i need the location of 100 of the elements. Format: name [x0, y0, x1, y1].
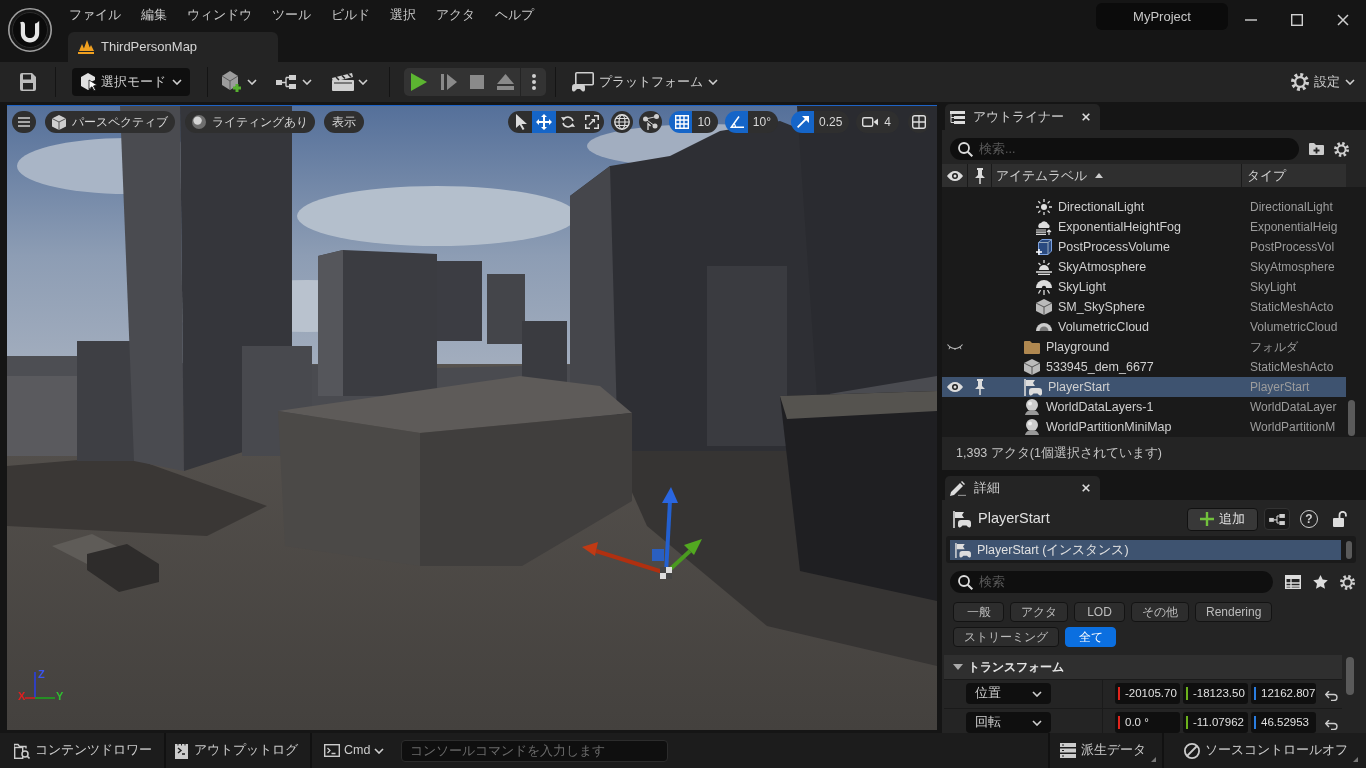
actor-label: SkyLight	[1058, 279, 1106, 295]
number-field[interactable]: 0.0 °	[1115, 712, 1180, 733]
settings-icon[interactable]	[1340, 574, 1355, 590]
sort-ascending-icon	[1095, 173, 1103, 178]
outliner-row[interactable]: PlayerStart PlayerStart	[942, 377, 1346, 397]
scrollbar-thumb[interactable]	[1346, 541, 1352, 559]
outliner-row[interactable]: SkyLight SkyLight	[942, 277, 1346, 297]
filter-chip[interactable]: ストリーミング	[953, 627, 1059, 647]
output-log-button[interactable]: アウトプットログ	[166, 733, 310, 768]
play-button[interactable]	[404, 68, 434, 96]
section-header[interactable]: トランスフォーム	[944, 655, 1342, 679]
grid-snap-value[interactable]: 10	[692, 111, 718, 133]
menu-item[interactable]: ファイル	[69, 7, 121, 23]
platforms-dropdown[interactable]: プラットフォーム	[572, 68, 718, 96]
star-icon[interactable]	[1313, 575, 1328, 589]
source-control-button[interactable]: ソースコントロールオフ	[1164, 733, 1366, 768]
number-field[interactable]: 46.52953	[1251, 712, 1316, 733]
eject-button[interactable]	[490, 68, 520, 96]
outliner-row[interactable]: WorldPartitionMiniMap WorldPartitionM	[942, 417, 1346, 437]
outliner-row[interactable]: ExponentialHeightFog ExponentialHeig	[942, 217, 1346, 237]
settings-dropdown[interactable]: 設定	[1291, 68, 1355, 96]
property-dropdown[interactable]: 回転	[966, 712, 1051, 733]
scale-snap-value[interactable]: 0.25	[813, 111, 850, 133]
menu-item[interactable]: ヘルプ	[495, 7, 534, 23]
close-icon	[1337, 14, 1349, 26]
save-icon[interactable]	[20, 73, 36, 91]
menu-item[interactable]: アクタ	[436, 7, 475, 23]
filter-chip[interactable]: Rendering	[1195, 602, 1273, 622]
rotate-tool-button[interactable]	[556, 111, 581, 133]
filter-chip[interactable]: アクタ	[1010, 602, 1068, 622]
step-icon	[441, 73, 457, 91]
derived-data-button[interactable]: 派生データ	[1050, 733, 1162, 768]
globe-icon	[614, 114, 631, 130]
document-tab[interactable]: ThirdPersonMap	[68, 32, 278, 62]
cmd-dropdown[interactable]: Cmd	[312, 733, 389, 768]
terminal-icon	[324, 744, 340, 757]
caret-icon	[1032, 690, 1042, 697]
mode-dropdown[interactable]: 選択モード	[72, 68, 190, 96]
component-row[interactable]: PlayerStart (インスタンス)	[950, 540, 1341, 560]
grid-snap-toggle[interactable]	[669, 111, 693, 133]
blueprint-button[interactable]	[1264, 508, 1290, 530]
table-icon[interactable]	[1285, 575, 1301, 589]
logo-icon[interactable]	[8, 8, 52, 52]
lighting-mode-button[interactable]: ライティングあり	[185, 111, 315, 133]
reset-arrow-icon[interactable]	[1325, 691, 1338, 701]
scale-tool-button[interactable]	[580, 111, 605, 133]
filter-chip[interactable]: LOD	[1074, 602, 1125, 622]
outliner-row[interactable]: SM_SkySphere StaticMeshActo	[942, 297, 1346, 317]
scrollbar-thumb[interactable]	[1348, 400, 1355, 436]
number-field[interactable]: 12162.807	[1251, 683, 1316, 704]
search-field[interactable]: 検索...	[950, 138, 1299, 160]
column-header[interactable]: タイプ	[1242, 164, 1346, 187]
axis-lines-icon	[25, 672, 55, 699]
select-tool-button[interactable]	[508, 111, 533, 133]
move-tool-button[interactable]	[532, 111, 557, 133]
property-dropdown[interactable]: 位置	[966, 683, 1051, 704]
outliner-row[interactable]: 533945_dem_6677 StaticMeshActo	[942, 357, 1346, 377]
angle-snap-value[interactable]: 10°	[747, 111, 778, 133]
search-field[interactable]: 検索	[950, 571, 1273, 593]
cloud-dome-icon	[1036, 323, 1052, 331]
close-icon[interactable]	[1082, 113, 1090, 121]
number-field[interactable]: -18123.50	[1183, 683, 1248, 704]
unlock-icon[interactable]	[1333, 511, 1347, 527]
filter-chip[interactable]: 一般	[953, 602, 1004, 622]
filter-chip[interactable]: その他	[1131, 602, 1189, 622]
outliner-row[interactable]: WorldDataLayers-1 WorldDataLayer	[942, 397, 1346, 417]
content-drawer-button[interactable]: コンテンツドロワー	[0, 733, 164, 768]
reset-arrow-icon[interactable]	[1325, 720, 1338, 730]
number-field[interactable]: -20105.70	[1115, 683, 1180, 704]
outliner-tab[interactable]: アウトライナー	[945, 104, 1100, 130]
add-folder-icon[interactable]	[1309, 143, 1324, 155]
outliner-row[interactable]: Playground フォルダ	[942, 337, 1346, 357]
number-field[interactable]: -11.07962	[1183, 712, 1248, 733]
minimize-icon	[1245, 19, 1257, 21]
menu-item[interactable]: 編集	[141, 7, 167, 23]
outliner-row[interactable]: SkyAtmosphere SkyAtmosphere	[942, 257, 1346, 277]
scrollbar-thumb[interactable]	[1346, 657, 1354, 695]
camera-speed-button[interactable]: 4	[856, 111, 899, 133]
actor-label: PostProcessVolume	[1058, 239, 1170, 255]
details-tab[interactable]: 詳細	[945, 476, 1100, 500]
view-mode-button[interactable]: パースペクティブ	[45, 111, 175, 133]
menu-item[interactable]: ビルド	[331, 7, 370, 23]
play-options-button[interactable]	[521, 68, 546, 96]
outliner-row[interactable]: VolumetricCloud VolumetricCloud	[942, 317, 1346, 337]
settings-icon[interactable]	[1334, 141, 1349, 157]
pencil-icon	[950, 480, 966, 496]
filter-chip[interactable]: 全て	[1065, 627, 1116, 647]
outliner-row[interactable]: DirectionalLight DirectionalLight	[942, 197, 1346, 217]
close-icon[interactable]	[1082, 484, 1090, 492]
pin-icon[interactable]	[975, 379, 985, 395]
console-input[interactable]: コンソールコマンドを入力します	[401, 739, 669, 762]
show-button[interactable]: 表示	[324, 111, 364, 133]
menu-item[interactable]: ツール	[272, 7, 311, 23]
menu-item[interactable]: ウィンドウ	[187, 7, 252, 23]
plus-icon	[1200, 512, 1214, 526]
add-button[interactable]: 追加	[1187, 507, 1258, 531]
closed-eye-icon[interactable]	[947, 344, 963, 350]
outliner-row[interactable]: PostProcessVolume PostProcessVol	[942, 237, 1346, 257]
eye-icon[interactable]	[947, 382, 963, 392]
menu-item[interactable]: 選択	[390, 7, 416, 23]
